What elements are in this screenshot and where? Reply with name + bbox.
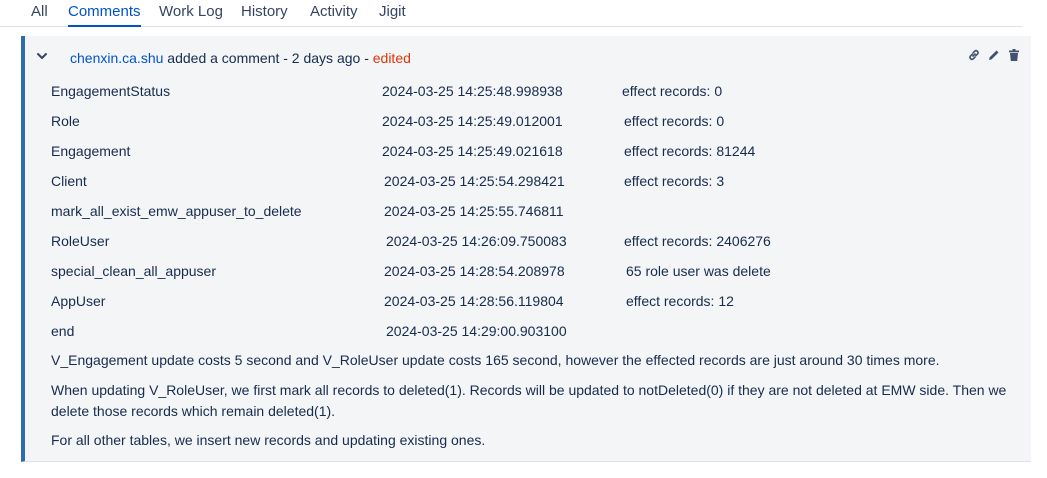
comment-header: chenxin.ca.shu added a comment - 2 days … <box>70 50 411 66</box>
log-row-name: Engagement <box>51 143 131 159</box>
log-row-name: end <box>51 323 75 339</box>
comment-paragraph: V_Engagement update costs 5 second and V… <box>51 352 940 368</box>
log-row-name: RoleUser <box>51 233 110 249</box>
trash-icon[interactable] <box>1007 48 1021 62</box>
comment-paragraph: For all other tables, we insert new reco… <box>51 432 486 448</box>
tab-work-log[interactable]: Work Log <box>159 3 223 20</box>
tab-activity[interactable]: Activity <box>310 3 358 20</box>
tab-jigit[interactable]: Jigit <box>379 3 406 20</box>
log-row-name: Client <box>51 173 87 189</box>
comment-meta: added a comment - 2 days ago - <box>163 50 373 66</box>
tab-history[interactable]: History <box>241 3 288 20</box>
comment-block: chenxin.ca.shu added a comment - 2 days … <box>21 36 1031 462</box>
log-row-result: effect records: 0 <box>622 83 723 99</box>
tab-all[interactable]: All <box>31 3 48 20</box>
log-row-result: effect records: 12 <box>626 293 734 309</box>
log-row-timestamp: 2024-03-25 14:25:48.998938 <box>382 83 563 99</box>
log-row-result: effect records: 3 <box>624 173 725 189</box>
log-row-timestamp: 2024-03-25 14:28:56.119804 <box>384 293 564 309</box>
log-row-result: effect records: 2406276 <box>624 233 771 249</box>
chevron-down-icon[interactable] <box>35 49 49 63</box>
comment-paragraph: When updating V_RoleUser, we first mark … <box>51 382 1007 419</box>
log-row-name: EngagementStatus <box>51 83 171 99</box>
link-icon[interactable] <box>967 48 981 62</box>
tab-comments[interactable]: Comments <box>68 3 141 27</box>
log-row-timestamp: 2024-03-25 14:25:54.298421 <box>384 173 565 189</box>
comment-author-link[interactable]: chenxin.ca.shu <box>70 50 163 66</box>
log-row-timestamp: 2024-03-25 14:26:09.750083 <box>386 233 567 249</box>
log-row-name: special_clean_all_appuser <box>51 263 217 279</box>
log-row-name: AppUser <box>51 293 106 309</box>
log-row-timestamp: 2024-03-25 14:25:55.746811 <box>384 203 564 219</box>
log-row-timestamp: 2024-03-25 14:28:54.208978 <box>384 263 565 279</box>
log-row-name: mark_all_exist_emw_appuser_to_delete <box>51 203 302 219</box>
activity-tabs: All Comments Work Log History Activity J… <box>0 0 1022 27</box>
comment-actions <box>967 48 1021 62</box>
edited-label[interactable]: edited <box>373 50 411 66</box>
log-row-result: 65 role user was delete <box>626 263 771 279</box>
log-row-timestamp: 2024-03-25 14:29:00.903100 <box>386 323 567 339</box>
log-row-result: effect records: 0 <box>624 113 725 129</box>
log-row-timestamp: 2024-03-25 14:25:49.021618 <box>382 143 563 159</box>
log-row-timestamp: 2024-03-25 14:25:49.012001 <box>382 113 563 129</box>
edit-icon[interactable] <box>987 48 1001 62</box>
log-row-result: effect records: 81244 <box>624 143 756 159</box>
log-row-name: Role <box>51 113 80 129</box>
